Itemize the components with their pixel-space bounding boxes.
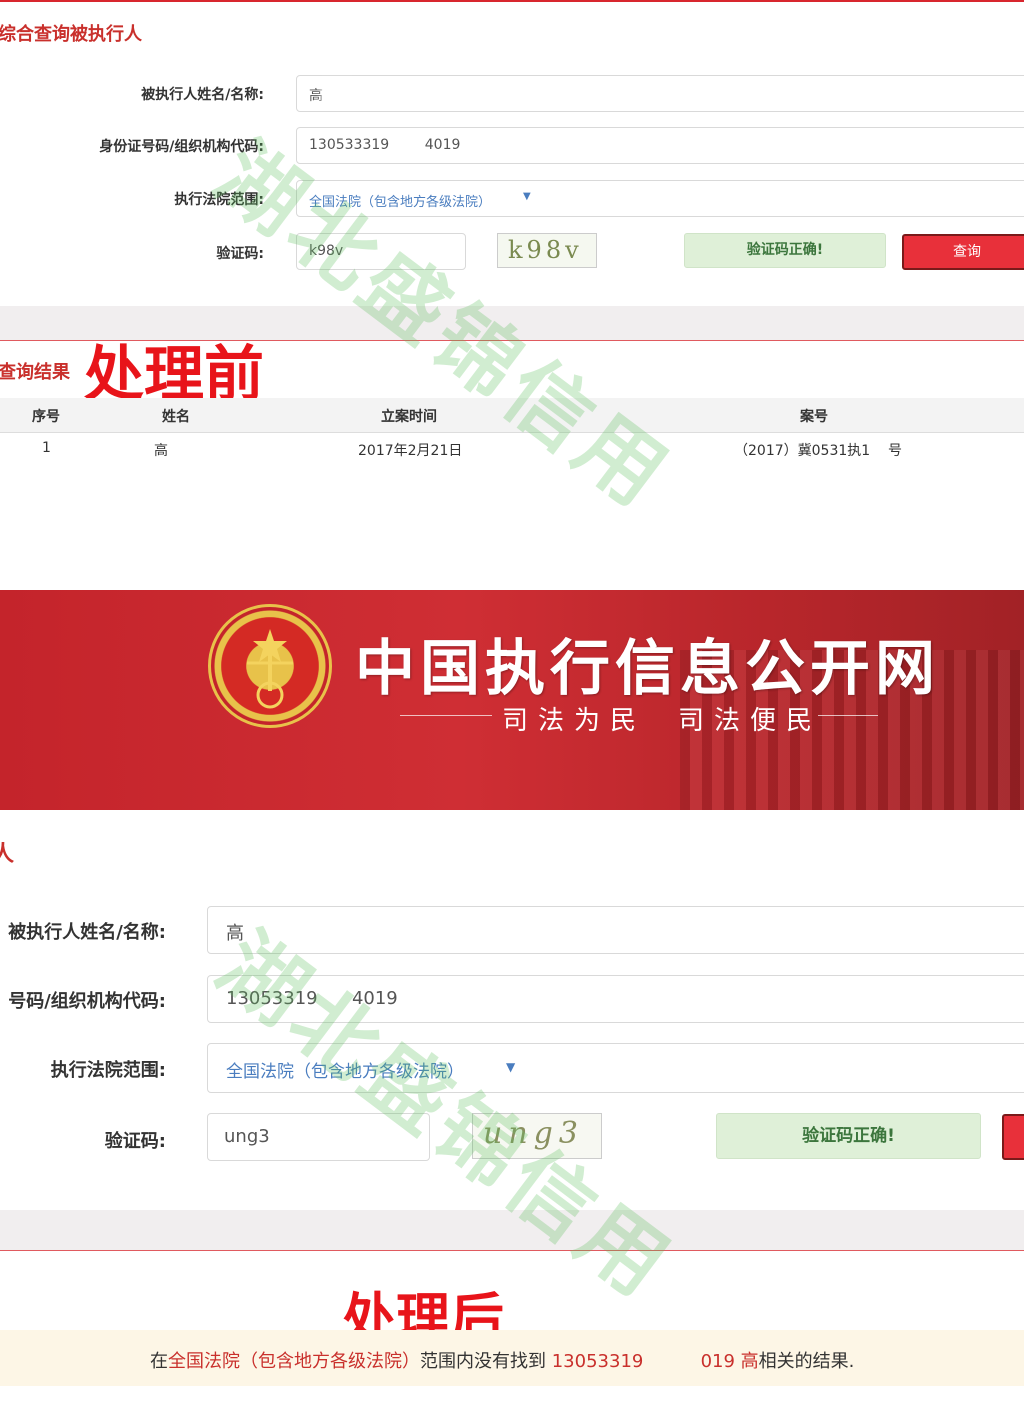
court-select-value-2: 全国法院（包含地方各级法院） [226,1062,464,1082]
query-button[interactable]: 查询 [902,234,1024,270]
header-name: 姓名 [162,409,190,425]
result-message-text: 在全国法院（包含地方各级法院）范围内没有找到 13053319 019 高相关的… [150,1347,854,1373]
captcha-input-2[interactable]: ung3 [207,1113,430,1161]
court-emblem-icon [208,604,332,728]
slogan-line-right [818,715,878,716]
watermark-bottom: 湖北盛锦信用 [200,914,691,1318]
message-middle: 范围内没有找到 [420,1351,546,1372]
name-label-2: 被执行人姓名/名称: [8,922,166,943]
court-label-2: 执行法院范围: [50,1060,166,1081]
divider-band-2 [0,1210,1024,1251]
row-no: 1 [42,440,51,456]
name-input[interactable]: 高 [296,75,1024,112]
privacy-blur [322,80,352,106]
court-select-2[interactable]: 全国法院（包含地方各级法院） ▼ [207,1043,1024,1093]
header-case: 案号 [800,409,828,425]
captcha-image-text: k98v [508,236,583,264]
section-title-partial: 人 [0,842,15,867]
captcha-label: 验证码: [216,246,264,262]
id-label: 身份证号码/组织机构代码: [99,139,264,155]
court-select[interactable]: 全国法院（包含地方各级法院） ▼ [296,180,1024,217]
top-border [0,0,1024,2]
slogan-line [400,715,492,716]
query-button-2[interactable] [1002,1114,1024,1160]
message-court: 全国法院（包含地方各级法院） [168,1351,420,1372]
captcha-image-2[interactable]: ung3 [472,1113,602,1159]
result-message: 在全国法院（包含地方各级法院）范围内没有找到 13053319 019 高相关的… [0,1330,1024,1386]
captcha-label-2: 验证码: [104,1131,166,1152]
captcha-image[interactable]: k98v [497,233,597,268]
captcha-image-text-2: ung3 [483,1116,584,1151]
chevron-down-icon: ▼ [506,1060,516,1074]
captcha-input[interactable]: k98v [296,233,466,270]
row-case: （2017）冀0531执1 号 [734,443,902,459]
captcha-input-value-2: ung3 [224,1126,270,1147]
name-input-value-2: 高 [226,923,244,944]
name-input-2[interactable]: 高 [207,906,1024,954]
section-title: 综合查询被执行人 [0,24,142,45]
verify-status-button: 验证码正确! [684,233,886,268]
name-label: 被执行人姓名/名称: [141,87,264,103]
message-prefix: 在 [150,1351,168,1372]
site-title: 中国执行信息公开网 [355,634,940,704]
site-banner: 中国执行信息公开网 司法为民 司法便民 [0,590,1024,810]
slogan-1: 司法为民 [502,706,647,736]
row-date: 2017年2月21日 [358,443,463,459]
header-no: 序号 [32,409,60,425]
header-date: 立案时间 [381,409,437,425]
message-query: 13053319 019 高 [551,1351,759,1372]
court-label: 执行法院范围: [174,192,264,208]
message-suffix: 相关的结果. [758,1351,855,1372]
results-title: 查询结果 [0,362,70,383]
verify-status-button-2: 验证码正确! [716,1113,981,1159]
name-input-value: 高 [309,88,323,104]
captcha-input-value: k98v [309,243,344,259]
results-table-header: 序号 姓名 立案时间 案号 [0,398,1024,433]
id-label-2: 号码/组织机构代码: [8,991,166,1012]
id-input-value-2: 13053319 4019 [226,988,398,1009]
slogan-2: 司法便民 [678,706,823,736]
row-name: 高 [154,443,168,459]
court-select-value: 全国法院（包含地方各级法院） [309,195,492,210]
id-input-2[interactable]: 13053319 4019 [207,975,1024,1023]
table-row[interactable]: 1 高 2017年2月21日 （2017）冀0531执1 号 [0,433,1024,465]
id-input-value: 130533319 4019 [309,137,461,153]
chevron-down-icon: ▼ [523,191,531,202]
id-input[interactable]: 130533319 4019 [296,127,1024,164]
